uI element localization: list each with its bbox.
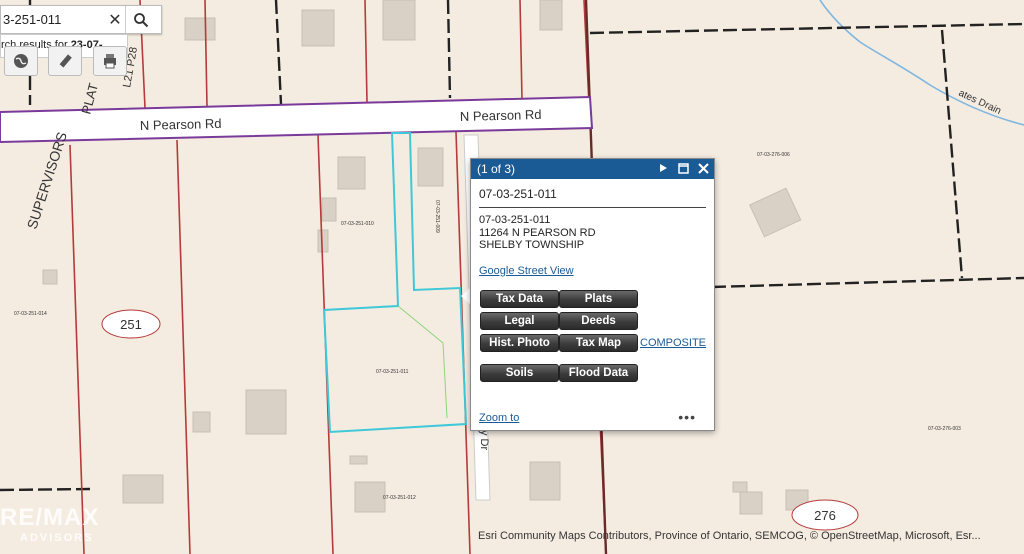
- globe-icon: [14, 54, 28, 68]
- parcel-id-label: 07-03-251-011: [376, 369, 409, 375]
- popup-title: 07-03-251-011: [479, 187, 706, 208]
- deeds-button[interactable]: Deeds: [559, 312, 638, 330]
- road-label-n-pearson-east: N Pearson Rd: [460, 107, 542, 124]
- plats-button[interactable]: Plats: [559, 290, 638, 308]
- pencil-icon: [59, 54, 72, 68]
- next-icon[interactable]: [656, 161, 670, 175]
- popup-counter: (1 of 3): [477, 162, 516, 176]
- remax-watermark-logo: RE/MAX ADVISORS: [0, 504, 99, 544]
- parcel-id-label: 07-03-251-009: [434, 200, 440, 233]
- parcel-id-label: 07-03-251-012: [383, 495, 416, 501]
- watermark-brand: RE/MAX: [0, 504, 100, 531]
- composite-link[interactable]: COMPOSITE: [640, 337, 706, 349]
- close-icon[interactable]: [696, 161, 710, 175]
- google-street-view-link[interactable]: Google Street View: [479, 265, 706, 277]
- popup-address-block: 07-03-251-011 11264 N PEARSON RD SHELBY …: [479, 214, 706, 252]
- flood-data-button[interactable]: Flood Data: [559, 364, 638, 382]
- parcel-id-label: 07-03-276-003: [928, 426, 961, 432]
- basemap-button[interactable]: [4, 46, 38, 76]
- search-box: ✕: [0, 5, 162, 34]
- identify-popup: (1 of 3) 07-03-251-011 07-03-251-011 112…: [470, 158, 715, 431]
- zoom-to-link[interactable]: Zoom to: [479, 412, 519, 424]
- search-icon: [134, 12, 149, 27]
- svg-text:276: 276: [814, 508, 836, 523]
- search-button[interactable]: [125, 6, 156, 33]
- hist-photo-button[interactable]: Hist. Photo: [480, 334, 559, 352]
- draw-button[interactable]: [48, 46, 82, 76]
- parcel-id-label: 07-03-276-006: [757, 152, 790, 158]
- clear-icon[interactable]: ✕: [105, 7, 125, 33]
- township: SHELBY TOWNSHIP: [479, 239, 585, 251]
- tax-map-button[interactable]: Tax Map: [559, 334, 638, 352]
- section-badge-251: 251: [101, 309, 161, 339]
- tax-data-button[interactable]: Tax Data: [480, 290, 559, 308]
- parcel-id-label: 07-03-251-014: [14, 311, 47, 317]
- section-badge-276: 276: [791, 499, 859, 531]
- road-label-y-dr: y Dr: [478, 430, 490, 451]
- parcel-number: 07-03-251-011: [479, 214, 551, 226]
- print-button[interactable]: [93, 46, 127, 76]
- parcel-id-label: 07-03-251-010: [341, 221, 374, 227]
- map-attribution: Esri Community Maps Contributors, Provin…: [478, 530, 981, 542]
- popup-header: (1 of 3): [471, 159, 714, 179]
- maximize-icon[interactable]: [676, 161, 690, 175]
- watermark-sub: ADVISORS: [20, 532, 94, 544]
- road-label-n-pearson-west: N Pearson Rd: [140, 116, 222, 133]
- print-icon: [104, 54, 116, 69]
- more-actions-icon[interactable]: •••: [678, 409, 696, 425]
- soils-button[interactable]: Soils: [480, 364, 559, 382]
- legal-button[interactable]: Legal: [480, 312, 559, 330]
- search-input[interactable]: [1, 11, 105, 28]
- svg-text:251: 251: [120, 317, 142, 332]
- street-address: 11264 N PEARSON RD: [479, 226, 596, 239]
